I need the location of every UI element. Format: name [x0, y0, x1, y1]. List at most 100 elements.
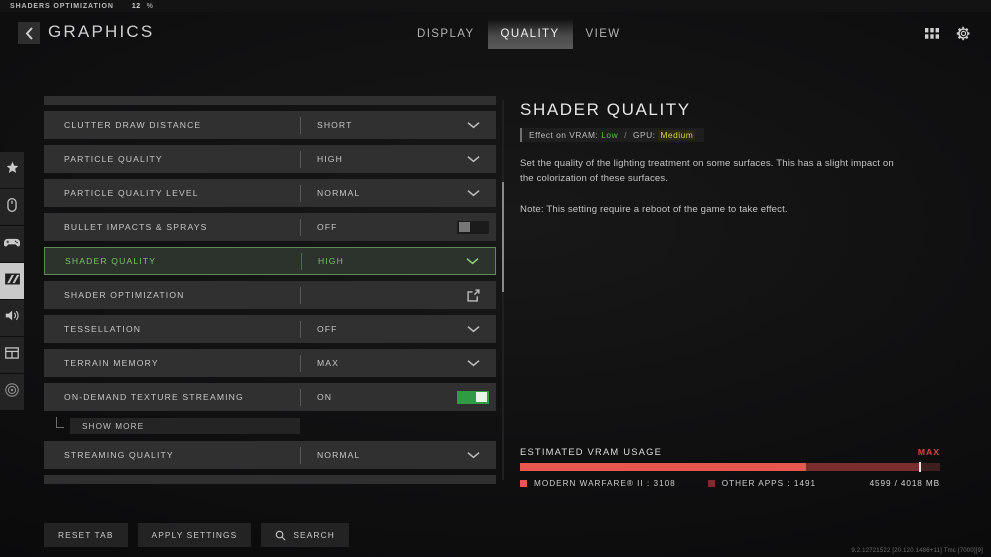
setting-label: SHADER OPTIMIZATION	[64, 290, 185, 300]
grid-apps-icon[interactable]	[925, 28, 939, 39]
page-title: GRAPHICS	[48, 22, 155, 41]
effect-gpu-value: Medium	[658, 130, 696, 140]
setting-row-clutter-draw-distance[interactable]: CLUTTER DRAW DISTANCE SHORT	[44, 111, 496, 139]
setting-value: OFF	[317, 324, 338, 334]
legend-swatch-game	[520, 480, 527, 487]
setting-row-bullet-impacts-sprays[interactable]: BULLET IMPACTS & SPRAYS OFF	[44, 213, 496, 241]
toggle-knob	[476, 392, 487, 402]
chevron-down-icon[interactable]	[449, 257, 495, 265]
effect-vram-value: Low	[601, 130, 619, 140]
chevron-down-icon[interactable]	[450, 325, 496, 333]
setting-value: MAX	[317, 358, 339, 368]
vram-total-value: 4599 / 4018 MB	[869, 479, 940, 488]
sub-setting-label: SHOW MORE	[82, 421, 145, 431]
tab-view[interactable]: VIEW	[573, 19, 634, 49]
apply-settings-button[interactable]: APPLY SETTINGS	[137, 523, 252, 547]
sub-setting-show-more[interactable]: SHOW MORE	[44, 417, 496, 435]
setting-value: NORMAL	[317, 188, 361, 198]
row-divider	[300, 286, 301, 304]
setting-row-particle-quality-level[interactable]: PARTICLE QUALITY LEVEL NORMAL	[44, 179, 496, 207]
effect-gpu-label: GPU:	[632, 130, 656, 140]
status-bar: SHADERS OPTIMIZATION 12 %	[0, 0, 991, 12]
back-button[interactable]	[18, 22, 40, 44]
table-row[interactable]	[44, 475, 496, 484]
apply-settings-label: APPLY SETTINGS	[151, 530, 238, 540]
effect-vram-label: Effect on VRAM:	[529, 130, 599, 140]
setting-row-terrain-memory[interactable]: TERRAIN MEMORY MAX	[44, 349, 496, 377]
vram-usage-panel: ESTIMATED VRAM USAGE MAX MODERN WARFARE®…	[520, 446, 940, 488]
legend-label-other: OTHER APPS : 1491	[721, 479, 817, 488]
scrollbar-thumb[interactable]	[502, 182, 504, 292]
toggle-switch-off[interactable]	[450, 220, 496, 234]
search-button[interactable]: SEARCH	[261, 523, 349, 547]
tab-bar: DISPLAY QUALITY VIEW	[404, 19, 634, 49]
graphics-settings-screen: SHADERS OPTIMIZATION 12 % GRAPHICS DISPL…	[0, 0, 991, 557]
setting-label: PARTICLE QUALITY	[64, 154, 163, 164]
sidebar-item-controller[interactable]	[0, 226, 24, 262]
sidebar-item-mouse-keyboard[interactable]	[0, 189, 24, 225]
setting-value: HIGH	[317, 154, 343, 164]
launch-external-icon[interactable]	[450, 288, 496, 302]
setting-value: OFF	[317, 222, 338, 232]
detail-title: SHADER QUALITY	[520, 100, 691, 119]
interface-icon	[5, 346, 19, 364]
vram-max-label: MAX	[917, 447, 940, 457]
reset-tab-label: RESET TAB	[58, 530, 114, 540]
setting-label: PARTICLE QUALITY LEVEL	[64, 188, 199, 198]
detail-description: Set the quality of the lighting treatmen…	[520, 158, 894, 184]
settings-list: CLUTTER DRAW DISTANCE SHORT PARTICLE QUA…	[44, 96, 496, 484]
setting-row-shader-optimization[interactable]: SHADER OPTIMIZATION	[44, 281, 496, 309]
sidebar-item-favorites[interactable]	[0, 152, 24, 188]
effect-separator: /	[624, 130, 627, 140]
shader-task-label: SHADERS OPTIMIZATION	[10, 2, 114, 10]
gamepad-icon	[3, 235, 21, 253]
reset-tab-button[interactable]: RESET TAB	[44, 523, 128, 547]
setting-label: STREAMING QUALITY	[64, 450, 174, 460]
vram-segment-other	[805, 463, 919, 471]
vram-max-tick	[919, 462, 921, 472]
chevron-down-icon[interactable]	[450, 451, 496, 459]
legend-item-game: MODERN WARFARE® II : 3108	[520, 479, 676, 488]
setting-label: ON-DEMAND TEXTURE STREAMING	[64, 392, 244, 402]
tree-elbow-connector	[56, 417, 64, 428]
setting-label: BULLET IMPACTS & SPRAYS	[64, 222, 208, 232]
tab-display[interactable]: DISPLAY	[404, 19, 488, 49]
detail-panel: SHADER QUALITY Effect on VRAM: Low / GPU…	[520, 100, 940, 217]
gear-icon[interactable]	[956, 26, 971, 41]
shader-task-percent: 12	[131, 2, 141, 10]
table-row[interactable]	[44, 96, 496, 105]
toggle-switch-on[interactable]	[450, 390, 496, 404]
sidebar-item-interface[interactable]	[0, 337, 24, 373]
sidebar-item-account[interactable]	[0, 374, 24, 410]
toggle-knob	[459, 222, 470, 232]
legend-item-other: OTHER APPS : 1491	[707, 479, 817, 488]
setting-value: ON	[317, 392, 333, 402]
chevron-down-icon[interactable]	[450, 155, 496, 163]
setting-value: SHORT	[317, 120, 353, 130]
header: GRAPHICS DISPLAY QUALITY VIEW	[0, 12, 991, 50]
settings-scrollbar[interactable]	[502, 100, 504, 480]
sidebar-item-audio[interactable]	[0, 300, 24, 336]
build-version-text: 9.2.12721522 [20.120.1486+11] Tmc [7000]…	[851, 548, 983, 554]
vram-segment-game	[520, 463, 806, 471]
setting-value: NORMAL	[317, 450, 361, 460]
chevron-down-icon[interactable]	[450, 189, 496, 197]
legend-swatch-other	[707, 480, 715, 487]
setting-row-streaming-quality[interactable]: STREAMING QUALITY NORMAL	[44, 441, 496, 469]
percent-symbol: %	[146, 2, 153, 10]
chevron-down-icon[interactable]	[450, 359, 496, 367]
sidebar-item-graphics[interactable]	[0, 263, 24, 299]
setting-label: TESSELLATION	[64, 324, 142, 334]
footer-actions: RESET TAB APPLY SETTINGS SEARCH	[44, 523, 349, 547]
tab-quality[interactable]: QUALITY	[487, 19, 573, 49]
chevron-down-icon[interactable]	[450, 121, 496, 129]
detail-note: Note: This setting require a reboot of t…	[520, 204, 788, 215]
search-icon	[275, 530, 286, 541]
setting-label: SHADER QUALITY	[65, 256, 157, 266]
setting-row-tessellation[interactable]: TESSELLATION OFF	[44, 315, 496, 343]
search-label: SEARCH	[293, 530, 335, 540]
vram-legend: MODERN WARFARE® II : 3108 OTHER APPS : 1…	[520, 479, 940, 488]
setting-row-on-demand-texture-streaming[interactable]: ON-DEMAND TEXTURE STREAMING ON	[44, 383, 496, 411]
setting-row-particle-quality[interactable]: PARTICLE QUALITY HIGH	[44, 145, 496, 173]
setting-row-shader-quality[interactable]: SHADER QUALITY HIGH	[44, 247, 496, 275]
